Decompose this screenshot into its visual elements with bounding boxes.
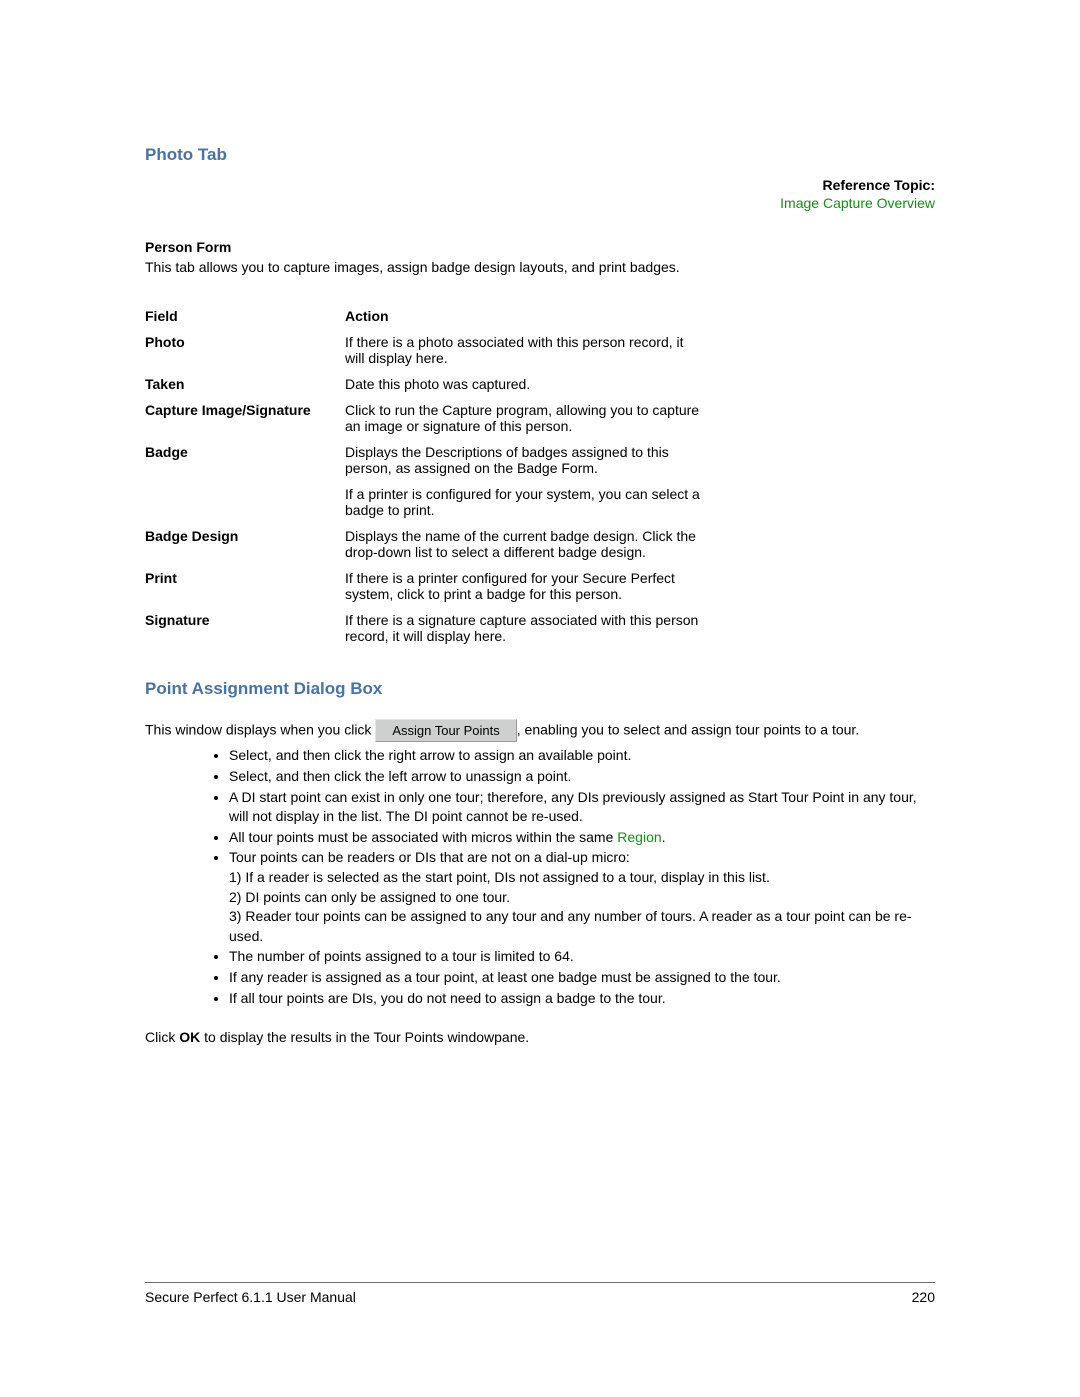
field-label: Taken: [145, 373, 345, 399]
table-row: Print If there is a printer configured f…: [145, 567, 714, 609]
section-title: Point Assignment Dialog Box: [145, 679, 935, 699]
footer-left: Secure Perfect 6.1.1 User Manual: [145, 1289, 356, 1305]
intro-paragraph: This window displays when you click Assi…: [145, 719, 935, 743]
field-label: Print: [145, 567, 345, 609]
para-text: , enabling you to select and assign tour…: [517, 721, 859, 737]
page-footer: Secure Perfect 6.1.1 User Manual 220: [145, 1282, 935, 1305]
photo-tab-section: Photo Tab Reference Topic: Image Capture…: [145, 145, 935, 651]
bullet-list: Select, and then click the right arrow t…: [145, 746, 935, 1008]
intro-text: This tab allows you to capture images, a…: [145, 258, 935, 277]
region-link[interactable]: Region: [617, 829, 661, 845]
ok-text: OK: [179, 1029, 200, 1045]
list-item: If any reader is assigned as a tour poin…: [229, 968, 935, 988]
final-text: Click: [145, 1029, 179, 1045]
list-text-sub: 3) Reader tour points can be assigned to…: [229, 908, 912, 944]
list-text: Tour points can be readers or DIs that a…: [229, 849, 630, 865]
list-text-sub: 1) If a reader is selected as the start …: [229, 869, 770, 885]
field-action: If there is a photo associated with this…: [345, 331, 714, 373]
table-row: Taken Date this photo was captured.: [145, 373, 714, 399]
table-header-action: Action: [345, 305, 714, 331]
list-item: Select, and then click the left arrow to…: [229, 767, 935, 787]
field-label: Badge: [145, 441, 345, 483]
section-title: Photo Tab: [145, 145, 935, 165]
field-label: Capture Image/Signature: [145, 399, 345, 441]
field-action: Displays the Descriptions of badges assi…: [345, 441, 714, 483]
reference-link[interactable]: Image Capture Overview: [145, 195, 935, 211]
field-action: Date this photo was captured.: [345, 373, 714, 399]
table-row: If a printer is configured for your syst…: [145, 483, 714, 525]
table-row: Badge Displays the Descriptions of badge…: [145, 441, 714, 483]
table-row: Badge Design Displays the name of the cu…: [145, 525, 714, 567]
list-text: .: [662, 829, 666, 845]
list-item: A DI start point can exist in only one t…: [229, 788, 935, 827]
field-label: Photo: [145, 331, 345, 373]
footer-right: 220: [912, 1289, 935, 1305]
field-label: Badge Design: [145, 525, 345, 567]
reference-label: Reference Topic:: [145, 177, 935, 193]
field-action: Displays the name of the current badge d…: [345, 525, 714, 567]
table-row: Signature If there is a signature captur…: [145, 609, 714, 651]
para-text: This window displays when you click: [145, 721, 375, 737]
person-form-subhead: Person Form: [145, 239, 935, 255]
table-row: Capture Image/Signature Click to run the…: [145, 399, 714, 441]
final-paragraph: Click OK to display the results in the T…: [145, 1028, 935, 1047]
table-header-row: Field Action: [145, 305, 714, 331]
list-item: Tour points can be readers or DIs that a…: [229, 848, 935, 946]
assign-tour-points-button[interactable]: Assign Tour Points: [375, 719, 516, 743]
field-action: If a printer is configured for your syst…: [345, 483, 714, 525]
list-item: The number of points assigned to a tour …: [229, 947, 935, 967]
list-item: Select, and then click the right arrow t…: [229, 746, 935, 766]
field-action: If there is a printer configured for you…: [345, 567, 714, 609]
field-label: [145, 483, 345, 525]
list-item: If all tour points are DIs, you do not n…: [229, 989, 935, 1009]
field-action: If there is a signature capture associat…: [345, 609, 714, 651]
field-action: Click to run the Capture program, allowi…: [345, 399, 714, 441]
reference-block: Reference Topic: Image Capture Overview: [145, 177, 935, 211]
table-row: Photo If there is a photo associated wit…: [145, 331, 714, 373]
field-label: Signature: [145, 609, 345, 651]
point-assignment-section: Point Assignment Dialog Box This window …: [145, 679, 935, 1047]
final-text: to display the results in the Tour Point…: [200, 1029, 529, 1045]
list-item: All tour points must be associated with …: [229, 828, 935, 848]
list-text: All tour points must be associated with …: [229, 829, 617, 845]
fields-table: Field Action Photo If there is a photo a…: [145, 305, 714, 651]
list-text-sub: 2) DI points can only be assigned to one…: [229, 889, 510, 905]
table-header-field: Field: [145, 305, 345, 331]
